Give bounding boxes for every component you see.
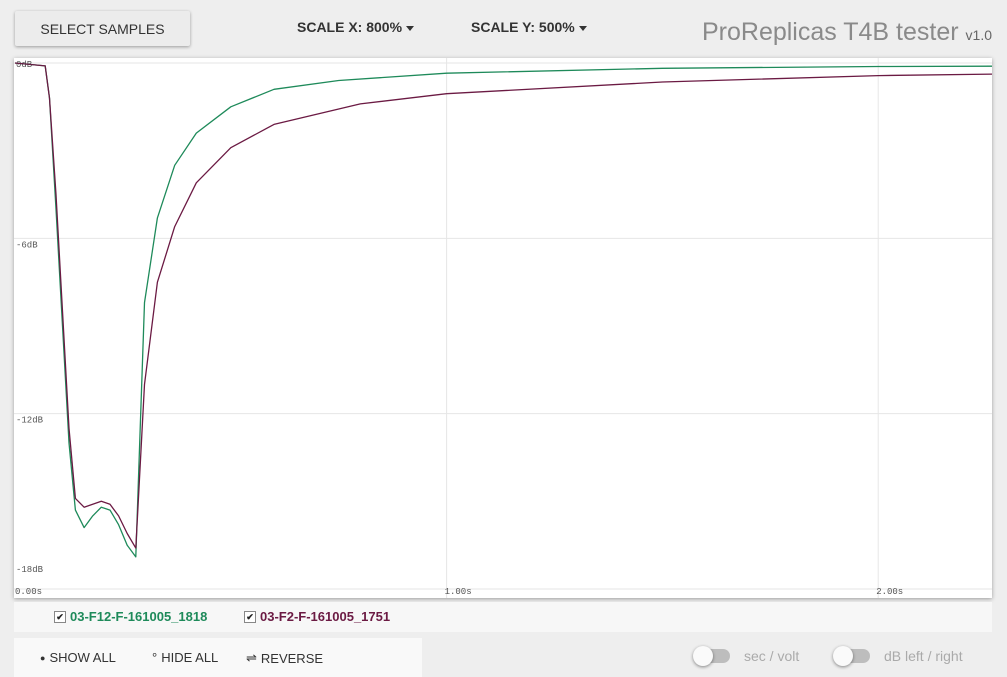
legend-item-series-1[interactable]: ✔ 03-F12-F-161005_1818 — [54, 609, 207, 624]
toggle-knob — [833, 646, 853, 666]
chart-panel: 0dB -6dB -12dB -18dB 0.00s 1.00s 2.00s — [14, 58, 992, 598]
degree-icon: ° — [152, 650, 158, 665]
show-all-label: SHOW ALL — [49, 650, 116, 665]
db-left-right-label: dB left / right — [884, 648, 963, 664]
chevron-down-icon — [578, 25, 587, 31]
reverse-label: REVERSE — [260, 650, 324, 666]
y-tick-label: -18dB — [16, 565, 44, 575]
decay-chart: 0dB-6dB-12dB-18dB0.00s 1.00s 2.00s — [14, 58, 992, 598]
scale-y-dropdown[interactable]: SCALE Y: 500% — [471, 19, 587, 35]
show-all-button[interactable]: ● SHOW ALL — [40, 650, 116, 665]
scale-y-label: SCALE Y: 500% — [471, 19, 575, 35]
app-title-text: ProReplicas T4B tester — [701, 18, 959, 46]
scale-x-label: SCALE X: 800% — [297, 19, 403, 35]
dot-icon: ● — [40, 652, 46, 663]
toggle-knob — [693, 646, 713, 666]
sec-volt-toggle[interactable]: sec / volt — [693, 646, 800, 666]
app-version: v1.0 — [965, 27, 992, 43]
hide-all-button[interactable]: ° HIDE ALL — [152, 650, 218, 665]
y-tick-label: -12dB — [16, 416, 44, 426]
x-tick-label: 2.00s — [876, 587, 903, 597]
app-title: ProReplicas T4B tester v1.0 — [702, 18, 992, 47]
toggle-track — [693, 646, 730, 666]
x-tick-label: 1.00s — [445, 587, 472, 597]
toggle-track — [833, 646, 870, 666]
x-tick-label: 0.00s — [15, 587, 42, 597]
chevron-down-icon — [406, 25, 415, 31]
series-line-1 — [14, 62, 992, 558]
db-left-right-toggle[interactable]: dB left / right — [833, 646, 963, 666]
legend-bar: ✔ 03-F12-F-161005_1818 ✔ 03-F2-F-161005_… — [14, 602, 992, 632]
legend-item-series-2[interactable]: ✔ 03-F2-F-161005_1751 — [244, 609, 390, 624]
reverse-button[interactable]: ⇌ REVERSE — [246, 650, 323, 666]
series-line-2 — [14, 62, 992, 549]
hide-all-label: HIDE ALL — [161, 650, 219, 665]
legend-label-series-1: 03-F12-F-161005_1818 — [70, 609, 208, 624]
swap-icon: ⇌ — [246, 650, 257, 665]
legend-label-series-2: 03-F2-F-161005_1751 — [260, 609, 391, 624]
checkbox-series-1[interactable]: ✔ — [54, 610, 66, 623]
select-samples-button[interactable]: SELECT SAMPLES — [15, 11, 190, 46]
sec-volt-label: sec / volt — [744, 648, 800, 664]
checkbox-series-2[interactable]: ✔ — [244, 610, 256, 623]
bottom-controls: ● SHOW ALL ° HIDE ALL ⇌ REVERSE — [14, 638, 422, 677]
y-tick-label: -6dB — [16, 240, 38, 250]
scale-x-dropdown[interactable]: SCALE X: 800% — [297, 19, 415, 35]
